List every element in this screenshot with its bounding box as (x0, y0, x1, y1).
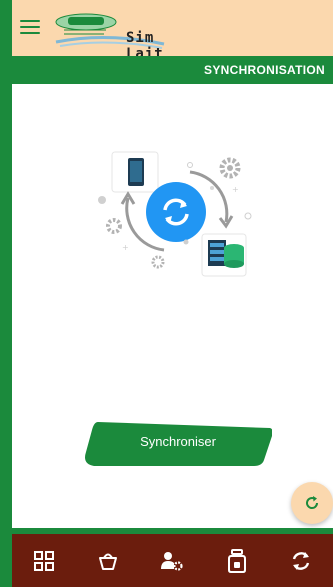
sync-arrows-icon (292, 551, 310, 570)
nav-user-settings[interactable] (154, 543, 190, 579)
phone-icon (111, 151, 159, 193)
basket-icon (99, 553, 118, 570)
nav-dashboard[interactable] (26, 543, 62, 579)
refresh-fab[interactable] (291, 482, 333, 524)
user-settings-icon (161, 551, 184, 571)
app-screen: Sim Lait SYNCHRONISATION + + Synchronise… (0, 0, 333, 587)
nav-sync[interactable] (283, 543, 319, 579)
left-edge-bar (0, 0, 12, 587)
synchronize-button[interactable]: Synchroniser (84, 418, 272, 468)
nav-milk[interactable] (219, 543, 255, 579)
app-logo: Sim Lait (46, 8, 166, 62)
page-title: SYNCHRONISATION (204, 63, 325, 77)
title-bar: SYNCHRONISATION (12, 56, 333, 84)
dashboard-icon (34, 550, 55, 571)
synchronize-button-label: Synchroniser (140, 434, 216, 449)
svg-text:+: + (232, 185, 239, 194)
sync-illustration: + + (92, 150, 262, 280)
menu-icon[interactable] (20, 20, 40, 36)
database-icon (201, 233, 247, 277)
refresh-icon (306, 496, 319, 509)
sync-icon (146, 182, 206, 242)
svg-text:+: + (122, 243, 129, 252)
bottom-navigation (12, 534, 333, 587)
milk-can-icon (227, 548, 246, 573)
nav-collection[interactable] (90, 543, 126, 579)
app-bar: Sim Lait (12, 0, 333, 62)
